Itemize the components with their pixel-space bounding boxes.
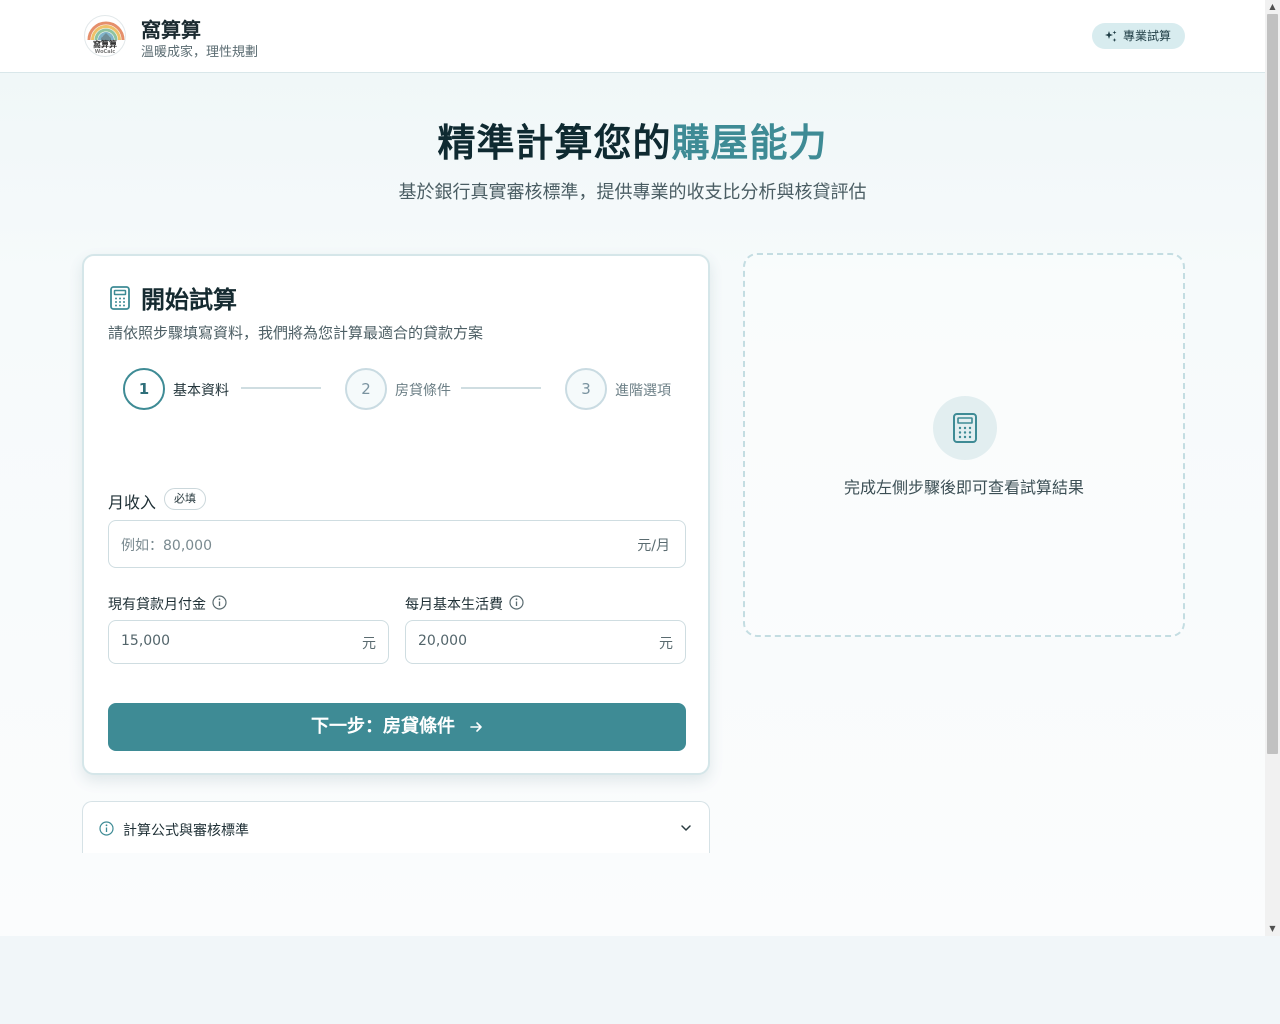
existing-loan-label: 現有貸款月付金: [108, 597, 206, 613]
calculator-icon: [953, 413, 977, 443]
living-expense-input[interactable]: 20,000 元: [405, 620, 686, 664]
hero-title: 精準計算您的購屋能力: [0, 112, 1265, 167]
step-number: 2: [345, 368, 387, 410]
brand-tagline: 溫暖成家，理性規劃: [141, 45, 259, 60]
result-icon-circle: [933, 396, 997, 460]
next-step-label: 下一步：房貸條件: [311, 716, 455, 737]
existing-loan-unit: 元: [362, 636, 376, 652]
info-icon: [99, 821, 114, 836]
living-expense-label: 每月基本生活費: [405, 597, 503, 613]
monthly-income-label: 月收入: [108, 493, 157, 512]
result-placeholder-text: 完成左側步驟後即可查看試算結果: [843, 478, 1084, 497]
formula-accordion[interactable]: 計算公式與審核標準: [82, 801, 710, 853]
existing-loan-value: 15,000: [121, 633, 170, 649]
living-expense-value: 20,000: [418, 633, 467, 649]
calculator-icon: [110, 286, 130, 310]
step-label: 基本資料: [173, 383, 229, 399]
hero-subtitle: 基於銀行真實審核標準，提供專業的收支比分析與核貸評估: [398, 182, 867, 203]
pro-calc-button[interactable]: 專業試算: [1092, 23, 1185, 49]
calculator-card: 開始試算 請依照步驟填寫資料，我們將為您計算最適合的貸款方案 1 基本資料 2 …: [82, 254, 710, 775]
top-header: 窩算算 WoCalc 窩算算 溫暖成家，理性規劃 專業試算: [0, 0, 1265, 73]
step-connector: [461, 387, 541, 389]
brand-logo[interactable]: 窩算算 WoCalc: [84, 15, 126, 57]
chevron-down-icon: [681, 825, 691, 831]
step-number: 1: [123, 368, 165, 410]
step-label: 房貸條件: [395, 383, 451, 399]
monthly-income-unit: 元/月: [637, 538, 670, 554]
step-number: 3: [565, 368, 607, 410]
page: 窩算算 WoCalc 窩算算 溫暖成家，理性規劃 專業試算 精準計算您的購屋能力…: [0, 0, 1265, 936]
step-connector: [241, 387, 321, 389]
next-step-button[interactable]: 下一步：房貸條件: [108, 703, 686, 751]
monthly-income-input[interactable]: 例如：80,000 元/月: [108, 520, 686, 568]
monthly-income-placeholder: 例如：80,000: [121, 538, 212, 554]
info-icon[interactable]: [212, 595, 227, 610]
accordion-label: 計算公式與審核標準: [123, 823, 249, 839]
logo-text: 窩算算: [93, 40, 117, 49]
result-placeholder-panel: 完成左側步驟後即可查看試算結果: [743, 253, 1185, 637]
arrow-right-icon: [470, 722, 482, 732]
living-expense-unit: 元: [659, 636, 673, 652]
vertical-scrollbar[interactable]: ▲ ▼: [1265, 0, 1280, 936]
hero-title-highlight: 購屋能力: [671, 121, 828, 165]
required-badge: 必填: [164, 488, 206, 510]
step-label: 進階選項: [615, 383, 671, 399]
sparkle-icon: [1105, 30, 1117, 42]
card-description: 請依照步驟填寫資料，我們將為您計算最適合的貸款方案: [108, 324, 484, 342]
brand-name[interactable]: 窩算算: [141, 14, 201, 43]
scroll-up-arrow-icon[interactable]: ▲: [1265, 0, 1280, 14]
pro-calc-label: 專業試算: [1123, 29, 1172, 43]
card-title: 開始試算: [141, 286, 237, 314]
page-footer-area: [0, 936, 1280, 1024]
scroll-down-arrow-icon[interactable]: ▼: [1265, 922, 1280, 936]
existing-loan-input[interactable]: 15,000 元: [108, 620, 389, 664]
hero-title-prefix: 精準計算您的: [437, 121, 672, 165]
scrollbar-thumb[interactable]: [1267, 14, 1278, 754]
logo-subtext: WoCalc: [94, 49, 116, 55]
info-icon[interactable]: [509, 595, 524, 610]
